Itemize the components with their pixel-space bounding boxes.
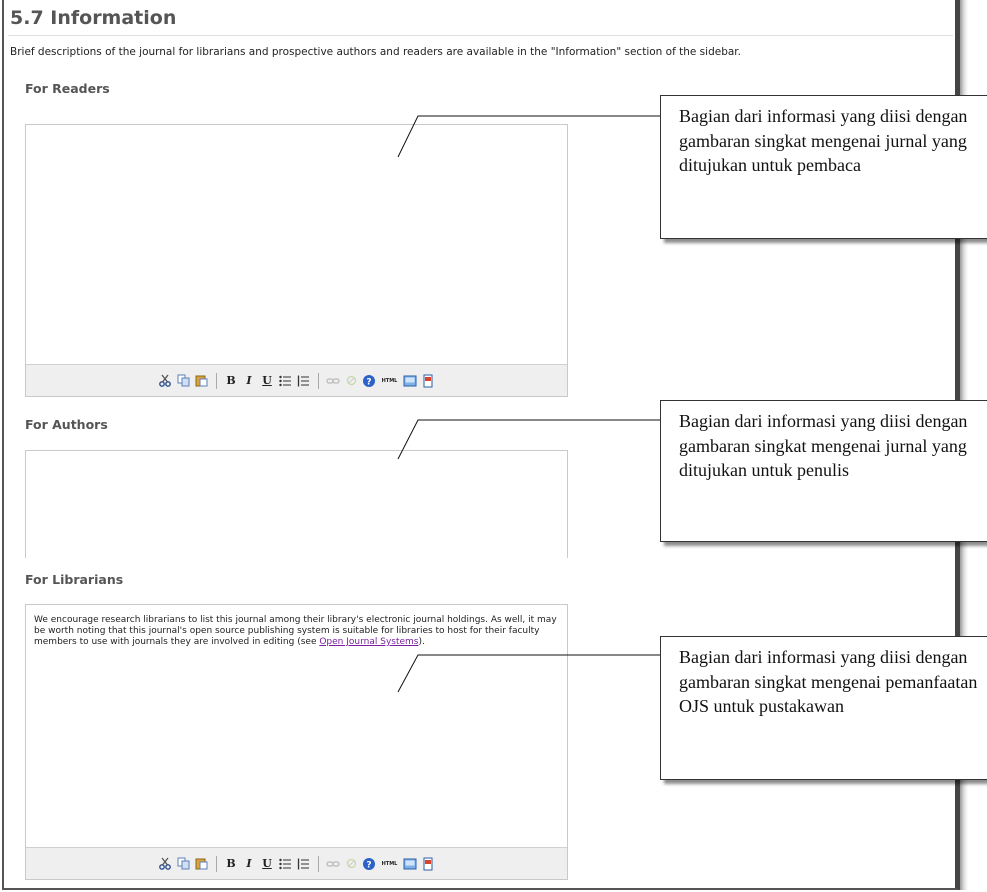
- copy-icon[interactable]: [176, 373, 191, 388]
- readers-textarea[interactable]: [26, 125, 567, 365]
- toolbar-separator: [215, 372, 217, 389]
- toolbar-separator: [317, 855, 319, 872]
- readers-callout: Bagian dari informasi yang diisi dengan …: [660, 95, 987, 239]
- html-icon[interactable]: HTML: [380, 856, 400, 871]
- cut-icon[interactable]: [158, 856, 173, 871]
- bullet-list-icon[interactable]: [278, 856, 293, 871]
- authors-editor: [25, 450, 568, 558]
- paste-icon[interactable]: [194, 373, 209, 388]
- librarians-textarea[interactable]: We encourage research librarians to list…: [26, 605, 567, 648]
- help-icon[interactable]: ?: [362, 373, 377, 388]
- toolbar-separator: [215, 855, 217, 872]
- librarians-callout: Bagian dari informasi yang diisi dengan …: [660, 636, 987, 780]
- numbered-list-icon[interactable]: [296, 373, 311, 388]
- authors-callout: Bagian dari informasi yang diisi dengan …: [660, 400, 987, 542]
- html-icon[interactable]: HTML: [380, 373, 400, 388]
- svg-text:?: ?: [366, 860, 371, 870]
- bold-icon[interactable]: B: [224, 856, 239, 871]
- bold-icon[interactable]: B: [224, 373, 239, 388]
- librarians-text-end: ).: [418, 637, 425, 647]
- librarians-editor: We encourage research librarians to list…: [25, 604, 568, 880]
- cut-icon[interactable]: [158, 373, 173, 388]
- readers-editor: B I U ? HTML: [25, 124, 568, 397]
- librarians-label: For Librarians: [25, 572, 124, 587]
- paste-icon[interactable]: [194, 856, 209, 871]
- authors-textarea[interactable]: [26, 451, 567, 557]
- section-description: Brief descriptions of the journal for li…: [10, 46, 741, 58]
- image-icon[interactable]: [403, 373, 418, 388]
- librarians-toolbar: B I U ? HTML: [26, 847, 567, 879]
- ojs-link[interactable]: Open Journal Systems: [319, 637, 418, 647]
- link-icon[interactable]: [326, 856, 341, 871]
- image-icon[interactable]: [403, 856, 418, 871]
- italic-icon[interactable]: I: [242, 856, 257, 871]
- fullscreen-icon[interactable]: [421, 373, 436, 388]
- readers-toolbar: B I U ? HTML: [26, 364, 567, 396]
- unlink-icon[interactable]: [344, 856, 359, 871]
- section-title: 5.7 Information: [10, 7, 177, 29]
- italic-icon[interactable]: I: [242, 373, 257, 388]
- readers-label: For Readers: [25, 81, 110, 96]
- fullscreen-icon[interactable]: [421, 856, 436, 871]
- unlink-icon[interactable]: [344, 373, 359, 388]
- svg-text:?: ?: [366, 377, 371, 387]
- bullet-list-icon[interactable]: [278, 373, 293, 388]
- title-divider: [8, 35, 953, 36]
- copy-icon[interactable]: [176, 856, 191, 871]
- underline-icon[interactable]: U: [260, 856, 275, 871]
- link-icon[interactable]: [326, 373, 341, 388]
- librarians-text: We encourage research librarians to list…: [34, 615, 557, 647]
- underline-icon[interactable]: U: [260, 373, 275, 388]
- authors-label: For Authors: [25, 417, 108, 432]
- help-icon[interactable]: ?: [362, 856, 377, 871]
- toolbar-separator: [317, 372, 319, 389]
- numbered-list-icon[interactable]: [296, 856, 311, 871]
